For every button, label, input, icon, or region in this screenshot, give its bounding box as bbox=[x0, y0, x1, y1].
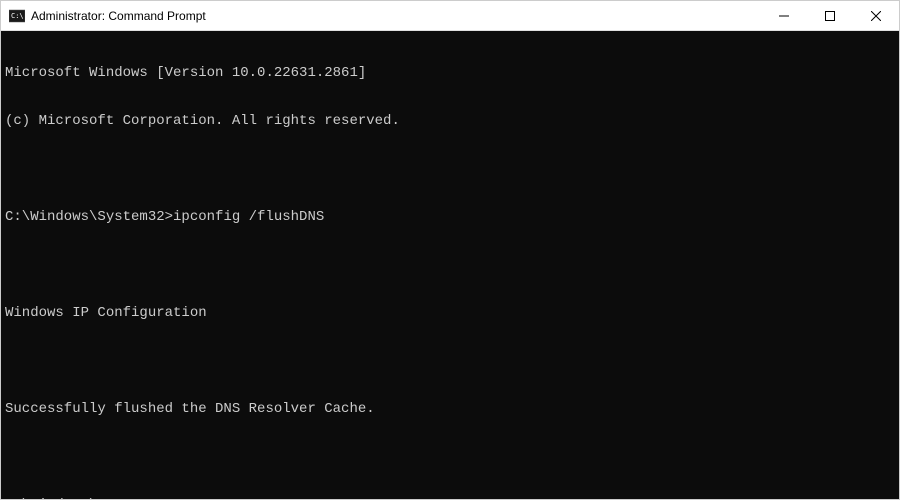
titlebar[interactable]: C:\ Administrator: Command Prompt bbox=[1, 1, 899, 31]
copyright-line: (c) Microsoft Corporation. All rights re… bbox=[5, 113, 895, 129]
blank-line bbox=[5, 353, 895, 369]
command-prompt-window: C:\ Administrator: Command Prompt Micros… bbox=[0, 0, 900, 500]
cursor bbox=[173, 497, 181, 499]
blank-line bbox=[5, 257, 895, 273]
output-header: Windows IP Configuration bbox=[5, 305, 895, 321]
minimize-button[interactable] bbox=[761, 1, 807, 30]
window-controls bbox=[761, 1, 899, 30]
prompt-text: C:\Windows\System32> bbox=[5, 209, 173, 225]
command-line: C:\Windows\System32>ipconfig /flushDNS bbox=[5, 209, 895, 225]
window-title: Administrator: Command Prompt bbox=[31, 9, 206, 23]
blank-line bbox=[5, 449, 895, 465]
current-prompt-line: C:\Windows\System32> bbox=[5, 497, 895, 499]
svg-text:C:\: C:\ bbox=[11, 12, 24, 20]
terminal-area[interactable]: Microsoft Windows [Version 10.0.22631.28… bbox=[1, 31, 899, 499]
cmd-icon: C:\ bbox=[9, 8, 25, 24]
blank-line bbox=[5, 161, 895, 177]
close-button[interactable] bbox=[853, 1, 899, 30]
output-result: Successfully flushed the DNS Resolver Ca… bbox=[5, 401, 895, 417]
banner-line: Microsoft Windows [Version 10.0.22631.28… bbox=[5, 65, 895, 81]
command-text: ipconfig /flushDNS bbox=[173, 209, 324, 225]
prompt-text: C:\Windows\System32> bbox=[5, 497, 173, 499]
maximize-button[interactable] bbox=[807, 1, 853, 30]
